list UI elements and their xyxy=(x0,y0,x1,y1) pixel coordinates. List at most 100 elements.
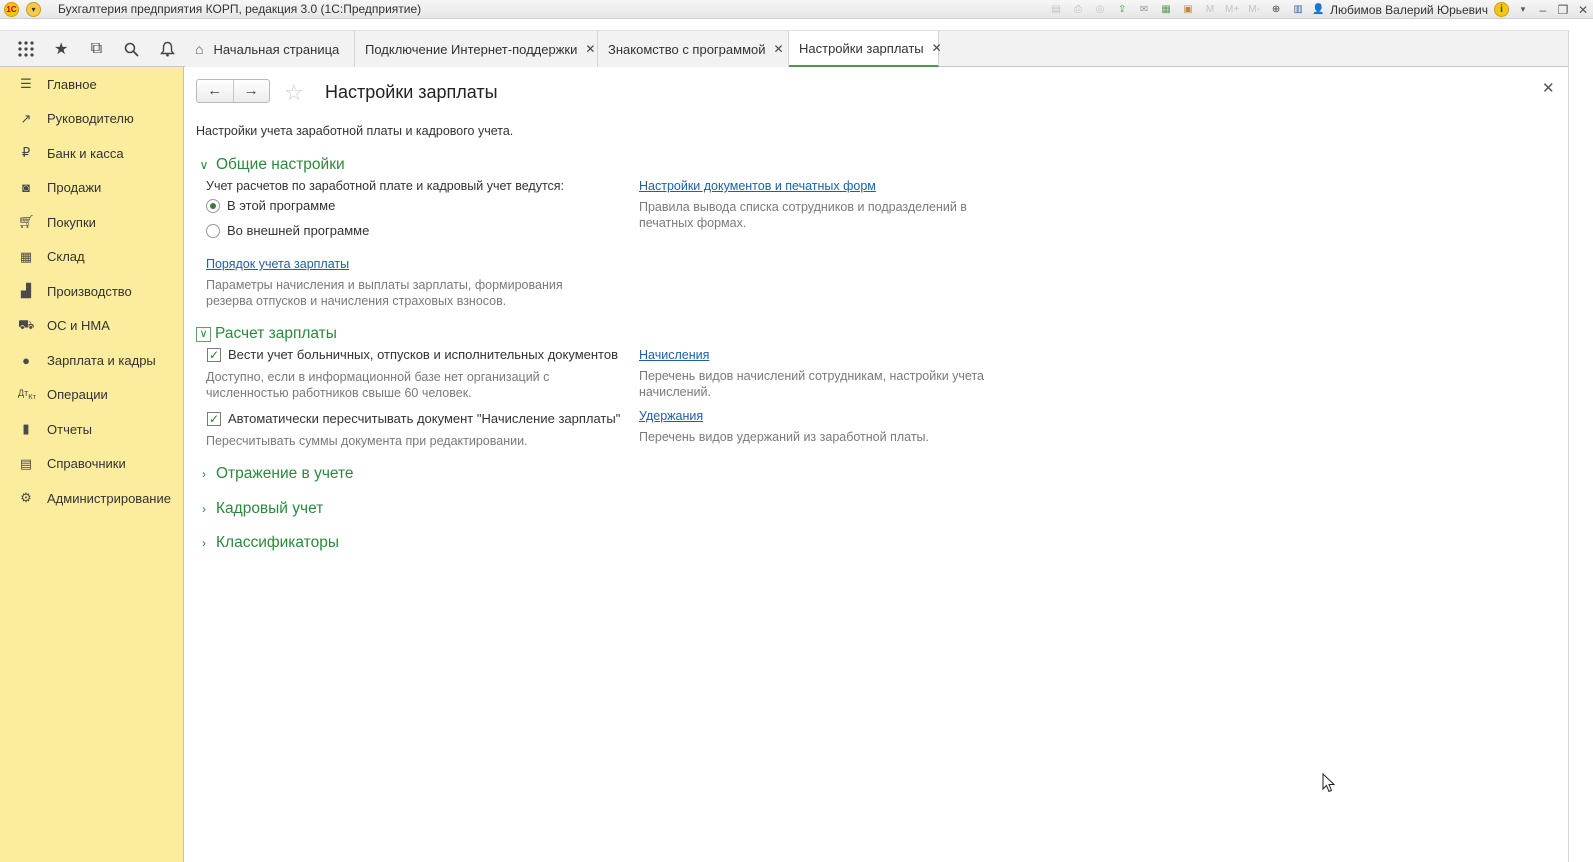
upload-icon[interactable]: ⇪ xyxy=(1114,3,1130,17)
zoom-icon[interactable]: ⊕ xyxy=(1268,3,1284,17)
minimize-icon[interactable]: – xyxy=(1533,3,1553,17)
user-name[interactable]: Любимов Валерий Юрьевич xyxy=(1330,3,1488,17)
home-icon: ⌂ xyxy=(195,41,204,57)
accruals-hint: Перечень видов начислений сотрудникам, н… xyxy=(639,368,984,400)
memory-plus-icon[interactable]: M+ xyxy=(1224,3,1240,17)
group-payroll-header[interactable]: ∨ Расчет зарплаты xyxy=(196,325,337,343)
group-collapse-checkbox-icon[interactable]: ∨ xyxy=(196,326,211,342)
sidebar-item-purchases[interactable]: 🛒︎ Покупки xyxy=(0,205,183,240)
memory-minus-icon[interactable]: M- xyxy=(1246,3,1262,17)
preview-icon[interactable]: ◎ xyxy=(1092,3,1108,17)
bell-icon[interactable] xyxy=(150,31,185,67)
search-icon[interactable] xyxy=(114,31,149,67)
tab-salary-settings[interactable]: Настройки зарплаты ✕ xyxy=(789,31,942,67)
hint-line: Правила вывода списка сотрудников и подр… xyxy=(639,200,967,214)
close-form-icon[interactable]: ✕ xyxy=(1542,79,1555,97)
mouse-cursor-icon xyxy=(1322,773,1336,793)
window-title: Бухгалтерия предприятия КОРП, редакция 3… xyxy=(58,2,422,16)
accruals-link[interactable]: Начисления xyxy=(639,348,709,362)
checkbox-label: Вести учет больничных, отпусков и исполн… xyxy=(228,347,618,362)
close-icon[interactable]: ✕ xyxy=(585,42,595,56)
sidebar-item-operations[interactable]: ДтКт Операции xyxy=(0,378,183,413)
sidebar-item-fixed-assets[interactable]: ⛟ ОС и НМА xyxy=(0,309,183,344)
sidebar-item-label: Банк и касса xyxy=(47,145,124,161)
page-title: Настройки зарплаты xyxy=(325,82,498,102)
ruble-icon: ₽ xyxy=(21,145,31,161)
sidebar-item-label: ОС и НМА xyxy=(47,318,110,334)
group-reflection-header[interactable]: › Отражение в учете xyxy=(196,465,354,483)
forward-arrow-icon[interactable]: → xyxy=(232,80,270,102)
form-description: Настройки учета заработной платы и кадро… xyxy=(196,124,514,138)
chevron-right-icon: › xyxy=(202,467,206,481)
memory-m-icon[interactable]: M xyxy=(1202,3,1218,17)
sidebar-item-label: Производство xyxy=(47,283,132,299)
check-auto-recalc[interactable]: ✓ Автоматически пересчитывать документ "… xyxy=(207,411,620,426)
tab-internet-support[interactable]: Подключение Интернет-поддержки ✕ xyxy=(355,31,598,67)
sidebar-item-label: Руководителю xyxy=(47,111,134,127)
sidebar-item-manager[interactable]: ↗ Руководителю xyxy=(0,102,183,137)
close-window-icon[interactable]: ✕ xyxy=(1573,3,1593,17)
sidebar-item-main[interactable]: ☰ Главное xyxy=(0,67,183,102)
history-icon[interactable]: ⧉ xyxy=(79,31,114,67)
dropdown-icon[interactable]: ▾ xyxy=(1513,4,1533,15)
bar-chart-icon: ▮ xyxy=(22,421,30,437)
radio-this-program[interactable]: В этой программе xyxy=(206,198,335,213)
deductions-hint: Перечень видов удержаний из заработной п… xyxy=(639,430,930,444)
favorites-star-icon[interactable]: ★ xyxy=(43,31,78,67)
group-general-header[interactable]: ∨ Общие настройки xyxy=(196,156,345,174)
title-bar: 1C ▾ Бухгалтерия предприятия КОРП, редак… xyxy=(0,0,1593,19)
tab-intro[interactable]: Знакомство с программой ✕ xyxy=(598,31,789,67)
docs-settings-hint: Правила вывода списка сотрудников и подр… xyxy=(639,199,967,231)
radio-button[interactable] xyxy=(206,223,220,238)
bag-icon: ◙ xyxy=(22,180,30,196)
back-arrow-icon[interactable]: ← xyxy=(197,80,233,102)
group-title: Общие настройки xyxy=(216,156,345,173)
sidebar-item-sales[interactable]: ◙ Продажи xyxy=(0,171,183,206)
info-icon[interactable]: i xyxy=(1494,2,1509,17)
radio-button[interactable] xyxy=(206,198,220,213)
restore-icon[interactable]: ❐ xyxy=(1553,3,1573,17)
main-menu-icon[interactable]: ▾ xyxy=(26,2,41,17)
sidebar-item-catalogs[interactable]: ▤ Справочники xyxy=(0,447,183,482)
title-bar-toolbar: ▤ ⎙ ◎ ⇪ ✉ ▦ ▣ M M+ M- ⊕ ▥ 👤 Любимов Вале… xyxy=(1045,0,1593,19)
checkbox-checked[interactable]: ✓ xyxy=(207,411,221,426)
checkbox-checked[interactable]: ✓ xyxy=(207,347,221,362)
tab-label: Начальная страница xyxy=(213,41,340,57)
docs-settings-link[interactable]: Настройки документов и печатных форм xyxy=(639,179,876,193)
sidebar-item-salary[interactable]: ● Зарплата и кадры xyxy=(0,343,183,378)
sidebar-item-bank[interactable]: ₽ Банк и касса xyxy=(0,136,183,171)
radio-external-program[interactable]: Во внешней программе xyxy=(206,223,369,238)
warehouse-icon: ▦ xyxy=(19,248,33,264)
mail-icon[interactable]: ✉ xyxy=(1136,3,1152,17)
deductions-link[interactable]: Удержания xyxy=(639,409,703,423)
close-icon[interactable]: ✕ xyxy=(932,41,942,55)
tab-home[interactable]: ⌂ Начальная страница xyxy=(185,31,355,67)
calculator-icon[interactable]: ▦ xyxy=(1158,3,1174,17)
close-icon[interactable]: ✕ xyxy=(774,42,784,56)
hint-line: Доступно, если в информационной базе нет… xyxy=(206,370,550,384)
sidebar-item-production[interactable]: ▟ Производство xyxy=(0,274,183,309)
apps-grid-icon[interactable] xyxy=(8,31,43,67)
calendar-icon[interactable]: ▣ xyxy=(1180,3,1196,17)
panels-icon[interactable]: ▥ xyxy=(1290,3,1306,17)
group-classifiers-header[interactable]: › Классификаторы xyxy=(196,534,339,552)
tab-label: Подключение Интернет-поддержки xyxy=(365,41,578,57)
group-title: Расчет зарплаты xyxy=(215,325,337,342)
salary-order-link[interactable]: Порядок учета зарплаты xyxy=(206,257,349,271)
cart-icon: 🛒︎ xyxy=(18,214,35,230)
print-icon[interactable]: ⎙ xyxy=(1070,3,1086,17)
sidebar-item-admin[interactable]: ⚙ Администрирование xyxy=(0,481,183,516)
factory-icon: ▟ xyxy=(21,283,31,299)
check-sick-leave[interactable]: ✓ Вести учет больничных, отпусков и испо… xyxy=(207,347,618,362)
menu-icon: ☰ xyxy=(20,76,32,92)
sidebar-item-reports[interactable]: ▮ Отчеты xyxy=(0,412,183,447)
add-favorite-star-icon[interactable]: ☆ xyxy=(284,80,304,106)
hint-line: начислений. xyxy=(639,385,711,399)
group-hr-header[interactable]: › Кадровый учет xyxy=(196,500,323,518)
save-icon[interactable]: ▤ xyxy=(1048,3,1064,17)
sidebar-item-warehouse[interactable]: ▦ Склад xyxy=(0,240,183,275)
sidebar-item-label: Отчеты xyxy=(47,421,92,437)
user-icon: 👤 xyxy=(1312,3,1325,15)
hint-line: Параметры начисления и выплаты зарплаты,… xyxy=(206,278,563,292)
quick-panel: ★ ⧉ xyxy=(0,31,185,67)
